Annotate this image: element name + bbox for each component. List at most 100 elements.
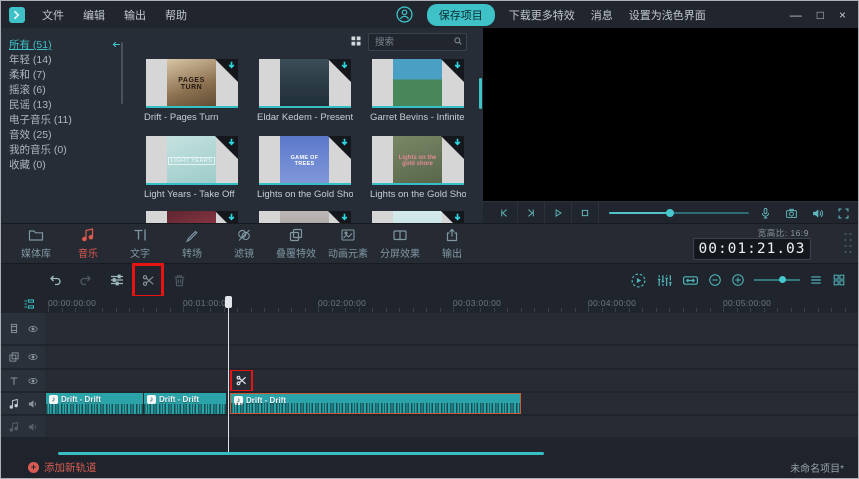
music-item-thumbnail[interactable] [259, 59, 351, 108]
undo-button[interactable] [45, 270, 65, 290]
clip-note-icon: ♪ [147, 395, 156, 404]
export-icon [444, 227, 460, 243]
search-input[interactable] [373, 35, 455, 49]
maximize-button[interactable]: □ [817, 8, 824, 22]
close-button[interactable]: × [839, 8, 846, 22]
tab-2[interactable]: 音乐 [62, 227, 114, 260]
menu-1[interactable]: 文件 [42, 7, 64, 23]
adjust-button[interactable] [107, 270, 127, 290]
tab-1[interactable]: 媒体库 [10, 227, 62, 260]
timeline-zoom-slider[interactable] [754, 270, 800, 290]
playhead-line[interactable] [228, 306, 229, 452]
timecode-display: 00:01:21.03 [693, 238, 811, 260]
jump-to-end-button[interactable] [518, 202, 545, 224]
audio-clip-selected[interactable]: ♪Drift - Drift [230, 393, 521, 414]
download-icon[interactable] [452, 137, 463, 148]
playhead-handle[interactable] [225, 296, 232, 308]
track-speaker-icon[interactable] [27, 421, 39, 433]
zoom-in-icon[interactable] [731, 273, 745, 287]
titlebar-action-3[interactable]: 设置为浅色界面 [629, 7, 706, 23]
text-track-lane[interactable] [45, 370, 858, 391]
add-track-button[interactable]: + 添加新轨道 [28, 460, 97, 475]
tab-7[interactable]: 动画元素 [322, 227, 374, 260]
stop-button[interactable] [572, 202, 599, 224]
music-item-thumbnail[interactable]: Out [372, 211, 464, 223]
grid-view-toggle-icon[interactable] [832, 273, 846, 287]
microphone-icon[interactable] [759, 207, 772, 220]
timeline-scrollbar[interactable] [58, 452, 544, 455]
account-icon[interactable] [396, 6, 413, 23]
category-item-2[interactable]: 年轻 (14) [9, 53, 52, 68]
titlebar-action-2[interactable]: 消息 [591, 7, 613, 23]
music-item-thumbnail[interactable] [259, 211, 351, 223]
delete-button[interactable] [169, 270, 189, 290]
menu-3[interactable]: 输出 [124, 7, 146, 23]
music-item-thumbnail[interactable]: LIGHT YEARS [146, 136, 238, 185]
download-icon[interactable] [339, 60, 350, 71]
download-icon[interactable] [452, 212, 463, 223]
download-icon[interactable] [339, 212, 350, 223]
speaker-icon[interactable] [811, 207, 824, 220]
split-scissors-button[interactable] [138, 270, 158, 290]
preview-seek-slider[interactable] [609, 202, 749, 224]
category-item-8[interactable]: 我的音乐 (0) [9, 143, 67, 158]
tab-8[interactable]: 分屏效果 [374, 227, 426, 260]
fullscreen-icon[interactable] [837, 207, 850, 220]
menu-4[interactable]: 帮助 [165, 7, 187, 23]
titlebar-action-1[interactable]: 下载更多特效 [509, 7, 575, 23]
category-item-1[interactable]: 所有 (51) [9, 38, 52, 53]
time-ruler[interactable]: 00:00:00:0000:01:00:0000:02:00:0000:03:0… [1, 296, 858, 312]
grid-scrollbar[interactable] [479, 78, 482, 109]
tab-6[interactable]: 叠覆特效 [270, 227, 322, 260]
ruler-tick [143, 308, 144, 312]
music-item-thumbnail[interactable] [146, 211, 238, 223]
play-button[interactable] [545, 202, 572, 224]
music-item-thumbnail[interactable] [372, 59, 464, 108]
render-preview-icon[interactable] [630, 272, 647, 289]
sidebar-scrollbar[interactable] [121, 42, 123, 104]
save-project-button[interactable]: 保存项目 [427, 4, 495, 26]
video-track-lane[interactable] [45, 313, 858, 344]
download-icon[interactable] [226, 137, 237, 148]
audio-clip[interactable]: ♪Drift - Drift [144, 393, 226, 414]
music-item-thumbnail[interactable]: PAGES TURN [146, 59, 238, 108]
panel-resize-handle[interactable] [843, 231, 853, 257]
eye-icon[interactable] [27, 375, 39, 387]
download-icon[interactable] [339, 137, 350, 148]
redo-button[interactable] [76, 270, 96, 290]
timeline-scissors-icon[interactable] [234, 373, 249, 388]
music-item-thumbnail[interactable]: GAME OF TREES [259, 136, 351, 185]
menu-2[interactable]: 编辑 [83, 7, 105, 23]
category-item-9[interactable]: 收藏 (0) [9, 158, 46, 173]
track-speaker-icon[interactable] [27, 398, 39, 410]
music-track-1-lane[interactable]: ♪Drift - Drift♪Drift - Drift♪Drift - Dri… [45, 393, 858, 414]
category-item-7[interactable]: 音效 (25) [9, 128, 52, 143]
download-icon[interactable] [452, 60, 463, 71]
category-item-4[interactable]: 摇滚 (6) [9, 83, 46, 98]
minimize-button[interactable]: — [790, 8, 802, 22]
eye-icon[interactable] [27, 351, 39, 363]
jump-to-start-button[interactable] [491, 202, 518, 224]
music-track-2-lane[interactable] [45, 416, 858, 437]
eye-icon[interactable] [27, 323, 39, 335]
category-item-5[interactable]: 民谣 (13) [9, 98, 52, 113]
download-icon[interactable] [226, 60, 237, 71]
music-item-thumbnail[interactable]: Lights on the gold shore [372, 136, 464, 185]
tab-4[interactable]: 转场 [166, 227, 218, 260]
tab-9[interactable]: 输出 [426, 227, 478, 260]
list-view-icon[interactable] [809, 273, 823, 287]
download-icon[interactable] [226, 212, 237, 223]
tab-3[interactable]: 文字 [114, 227, 166, 260]
grid-view-icon[interactable] [350, 35, 362, 47]
pip-track-lane[interactable] [45, 346, 858, 368]
tab-5[interactable]: 滤镜 [218, 227, 270, 260]
audio-mixer-icon[interactable] [656, 272, 673, 289]
zoom-out-icon[interactable] [708, 273, 722, 287]
category-item-3[interactable]: 柔和 (7) [9, 68, 46, 83]
ruler-tick [210, 308, 211, 312]
manage-tracks-icon[interactable] [23, 298, 35, 310]
category-item-6[interactable]: 电子音乐 (11) [9, 113, 72, 128]
snapshot-camera-icon[interactable] [785, 207, 798, 220]
audio-clip[interactable]: ♪Drift - Drift [46, 393, 143, 414]
fit-timeline-icon[interactable] [682, 272, 699, 289]
